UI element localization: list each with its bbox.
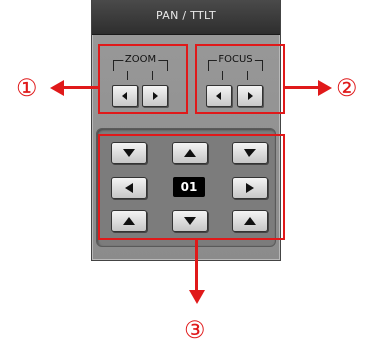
arrow-left-icon — [50, 80, 64, 96]
callout-3: ③ — [184, 316, 206, 344]
panel-title: PAN / TTLT — [156, 9, 216, 22]
zoom-highlight-box — [98, 44, 188, 114]
arrow-right-icon — [318, 80, 332, 96]
callout-3-arrow-line — [195, 238, 198, 294]
panel-titlebar: PAN / TTLT — [92, 0, 280, 35]
focus-highlight-box — [195, 44, 285, 114]
arrow-down-icon — [189, 290, 205, 304]
pan-tilt-highlight-box — [98, 134, 285, 240]
callout-2: ② — [336, 74, 358, 102]
callout-2-arrow-line — [283, 86, 321, 89]
callout-1: ① — [16, 74, 38, 102]
callout-1-arrow-line — [60, 86, 98, 89]
